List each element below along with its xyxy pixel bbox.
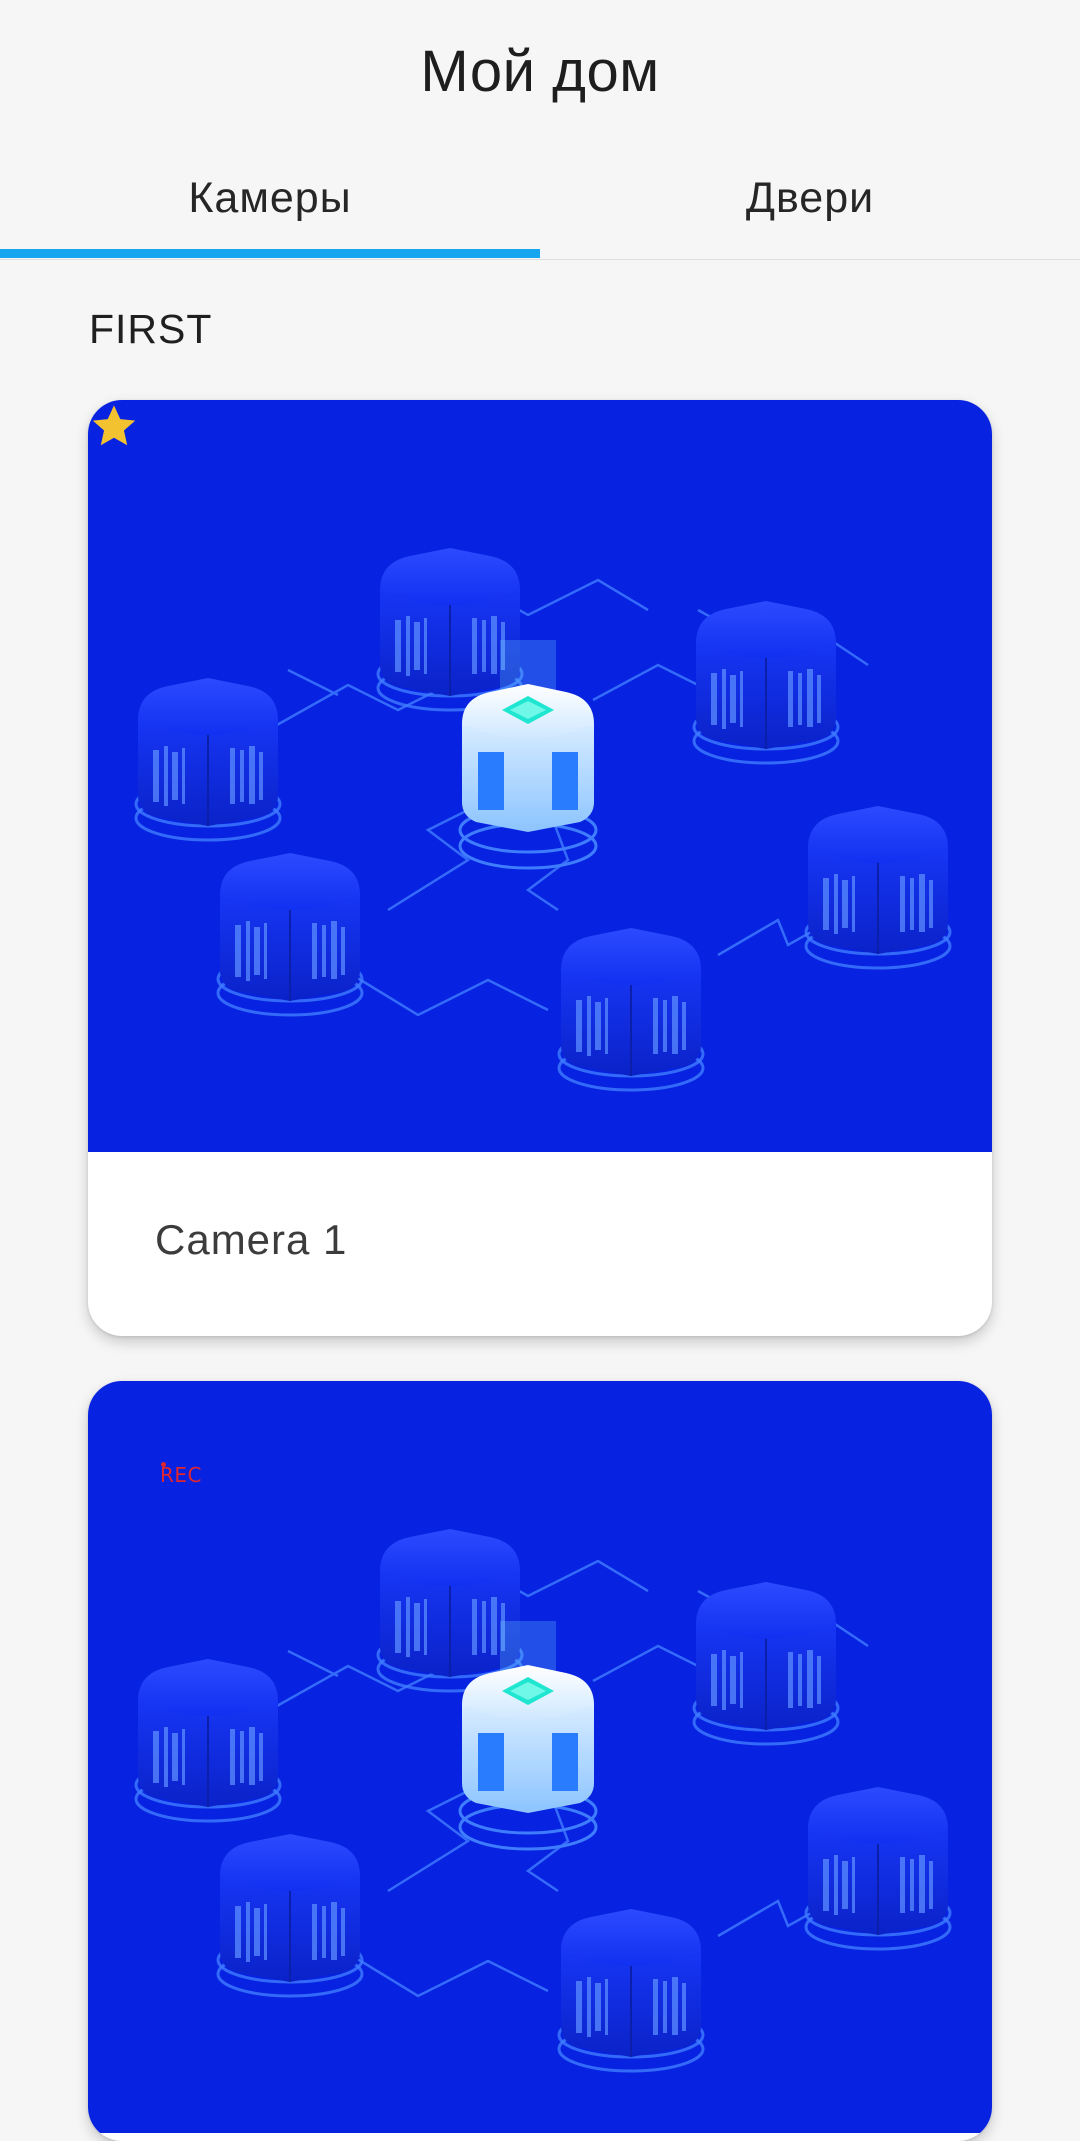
rec-badge: REC (160, 1463, 202, 1487)
app-header: Мой дом Камеры Двери (0, 0, 1080, 260)
tab-cameras[interactable]: Камеры (0, 160, 540, 260)
tab-bar: Камеры Двери (0, 160, 1080, 260)
section-title: FIRST (89, 306, 213, 352)
camera-card[interactable]: REC (88, 1381, 992, 2141)
camera-card-footer: Camera 1 (88, 1152, 992, 1336)
star-icon[interactable] (88, 400, 140, 452)
page-title: Мой дом (420, 39, 660, 104)
tab-active-indicator (0, 249, 540, 258)
camera-preview-image[interactable] (88, 400, 992, 1152)
tab-doors[interactable]: Двери (540, 160, 1080, 260)
network-servers-illustration (134, 546, 952, 1092)
camera-name: Camera 1 (155, 1216, 348, 1263)
camera-preview-image[interactable]: REC (88, 1381, 992, 2133)
camera-card[interactable]: Camera 1 (88, 400, 992, 1336)
network-servers-illustration (134, 1527, 952, 2073)
